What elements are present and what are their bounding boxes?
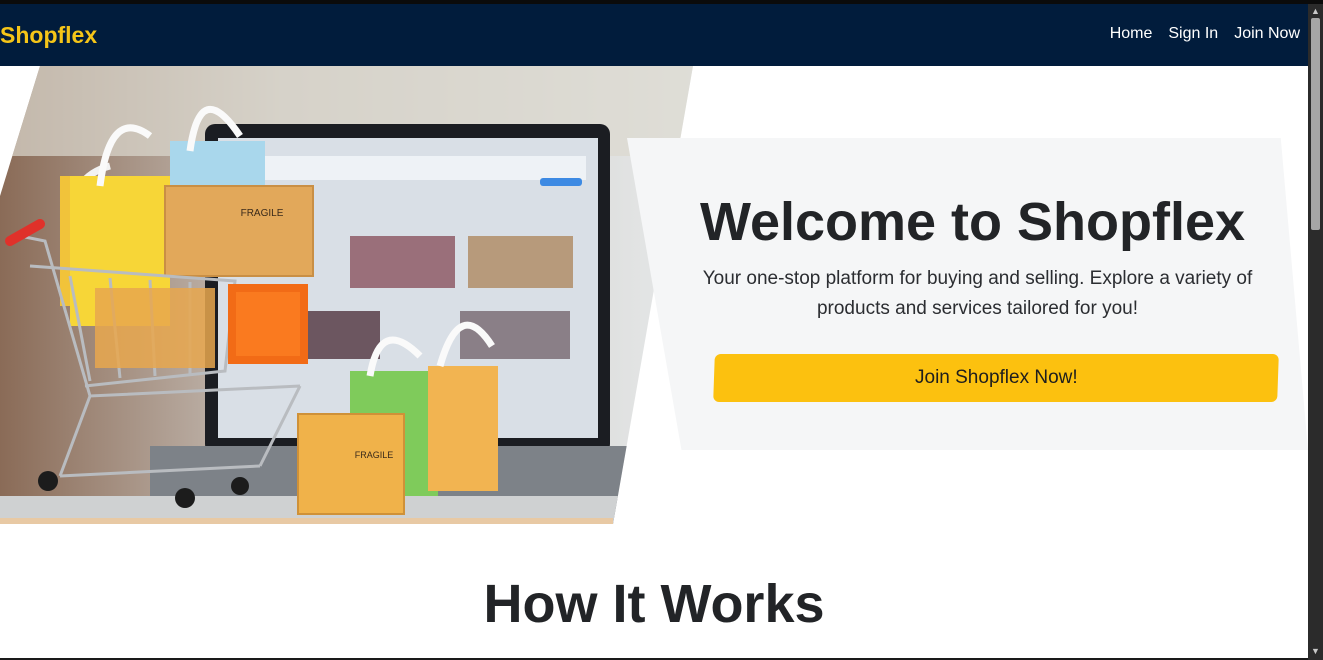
chevron-up-icon[interactable]: ▲ bbox=[1308, 4, 1323, 18]
page-viewport: Shopflex Home Sign In Join Now FRAGILE F… bbox=[0, 4, 1308, 658]
nav-link-home[interactable]: Home bbox=[1110, 24, 1153, 44]
nav-links: Home Sign In Join Now bbox=[1110, 24, 1300, 44]
scrollbar-thumb[interactable] bbox=[1311, 18, 1320, 230]
join-shopflex-button-label: Join Shopflex Now! bbox=[914, 367, 1078, 388]
brand-logo[interactable]: Shopflex bbox=[0, 21, 97, 49]
navbar: Shopflex Home Sign In Join Now bbox=[0, 4, 1308, 66]
hero-subtitle: Your one-stop platform for buying and se… bbox=[702, 268, 1253, 319]
fragile-label: FRAGILE bbox=[241, 208, 284, 219]
fragile-label: FRAGILE bbox=[355, 450, 394, 460]
chevron-down-icon[interactable]: ▼ bbox=[1308, 644, 1323, 658]
nav-link-sign-in[interactable]: Sign In bbox=[1168, 24, 1218, 44]
hero-title: Welcome to Shopflex bbox=[699, 192, 1246, 252]
nav-link-join-now[interactable]: Join Now bbox=[1234, 24, 1300, 44]
hero-shopping-image: FRAGILE FRAGILE bbox=[0, 66, 693, 524]
how-it-works-heading: How It Works bbox=[483, 574, 825, 634]
join-shopflex-button[interactable]: Join Shopflex Now! bbox=[713, 354, 1279, 402]
